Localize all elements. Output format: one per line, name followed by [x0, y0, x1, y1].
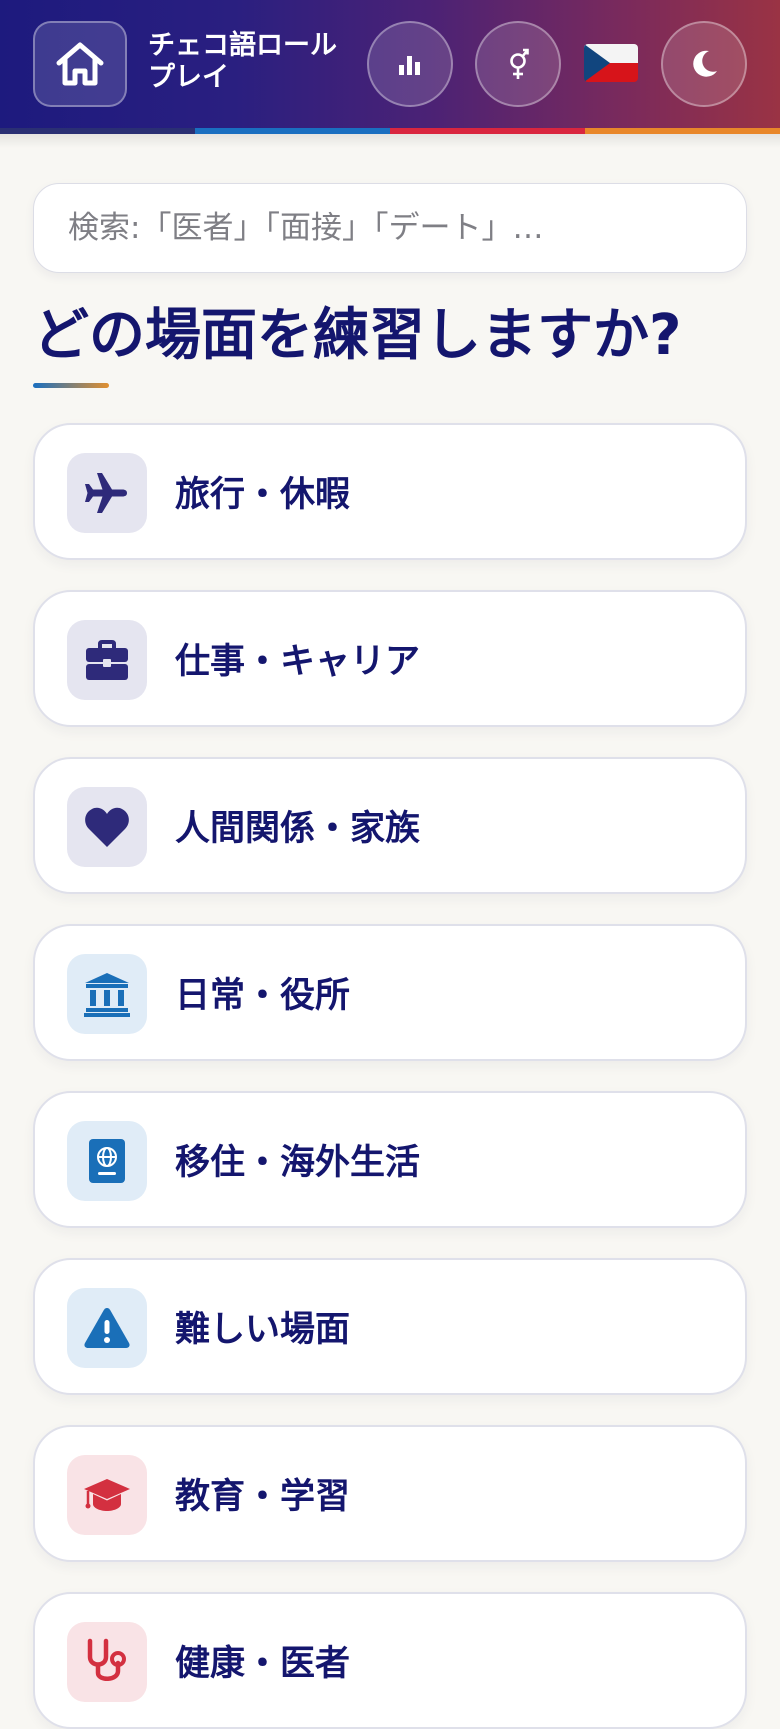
category-icon-badge	[67, 1455, 147, 1535]
theme-toggle-button[interactable]	[661, 21, 747, 107]
stats-button[interactable]	[367, 21, 453, 107]
app-title-line1: チェコ語ロール	[148, 30, 337, 61]
category-label: 仕事・キャリア	[175, 642, 421, 682]
home-icon	[56, 42, 104, 86]
app-title: チェコ語ロール プレイ	[148, 30, 348, 94]
category-card-work[interactable]: 仕事・キャリア	[33, 590, 747, 727]
government-building-icon	[84, 973, 130, 1017]
search-input[interactable]	[66, 209, 714, 247]
header-shadow	[0, 134, 780, 148]
category-icon-badge	[67, 954, 147, 1034]
category-card-health[interactable]: 健康・医者	[33, 1592, 747, 1729]
category-icon-badge	[67, 1288, 147, 1368]
category-icon-badge	[67, 1622, 147, 1702]
category-label: 移住・海外生活	[175, 1143, 421, 1183]
czech-flag-icon	[584, 44, 638, 82]
category-card-difficult-situations[interactable]: 難しい場面	[33, 1258, 747, 1395]
category-card-relationships[interactable]: 人間関係・家族	[33, 757, 747, 894]
graduation-cap-icon	[84, 1479, 130, 1511]
category-card-travel[interactable]: 旅行・休暇	[33, 423, 747, 560]
page-title: どの場面を練習しますか?	[33, 303, 682, 368]
category-label: 難しい場面	[175, 1310, 351, 1350]
stethoscope-icon	[87, 1638, 126, 1681]
heart-icon	[85, 807, 129, 847]
gender-icon	[510, 48, 529, 79]
category-label: 健康・医者	[175, 1644, 351, 1684]
title-underline	[33, 383, 109, 388]
category-card-education[interactable]: 教育・学習	[33, 1425, 747, 1562]
category-label: 旅行・休暇	[175, 475, 351, 515]
category-label: 人間関係・家族	[175, 809, 421, 849]
briefcase-icon	[86, 640, 128, 680]
passport-icon	[89, 1139, 125, 1183]
category-icon-badge	[67, 453, 147, 533]
category-label: 教育・学習	[175, 1477, 351, 1517]
category-card-living-abroad[interactable]: 移住・海外生活	[33, 1091, 747, 1228]
category-icon-badge	[67, 787, 147, 867]
moon-icon	[693, 50, 717, 77]
app-title-line2: プレイ	[148, 62, 229, 93]
app-header: チェコ語ロール プレイ	[0, 0, 780, 128]
airplane-icon	[85, 473, 127, 513]
category-label: 日常・役所	[175, 976, 351, 1016]
search-box	[33, 183, 747, 273]
category-icon-badge	[67, 1121, 147, 1201]
category-card-daily-life[interactable]: 日常・役所	[33, 924, 747, 1061]
stats-bar-chart-icon	[399, 56, 420, 75]
category-icon-badge	[67, 620, 147, 700]
warning-icon	[84, 1308, 130, 1348]
language-flag-button[interactable]	[584, 44, 638, 82]
home-button[interactable]	[33, 21, 127, 107]
gender-button[interactable]	[475, 21, 561, 107]
